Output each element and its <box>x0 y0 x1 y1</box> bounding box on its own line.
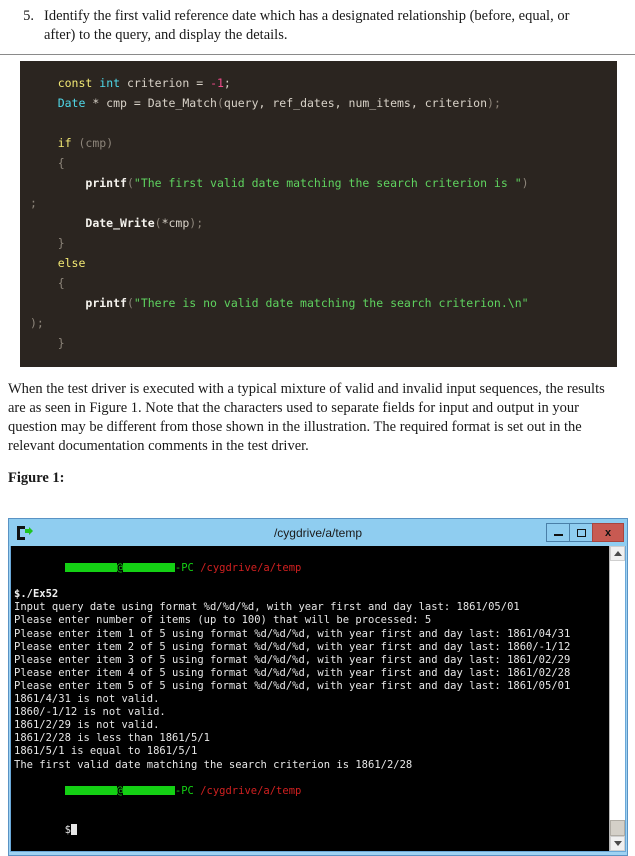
code-token: } <box>57 236 65 250</box>
prompt-host-2: -PC <box>174 784 194 797</box>
terminal-line: 1861/2/28 is less than 1861/5/1 <box>14 732 210 745</box>
code-token: "There is no valid date matching the sea… <box>133 296 529 310</box>
code-token: printf <box>57 296 127 310</box>
terminal-line: 1861/5/1 is equal to 1861/5/1 <box>14 745 198 758</box>
code-token: else <box>57 256 86 270</box>
code-token: *cmp <box>161 216 190 230</box>
code-token: ( <box>126 176 134 190</box>
figure-label: Figure 1: <box>8 470 65 486</box>
code-line: } <box>20 333 617 353</box>
horizontal-rule <box>0 54 635 55</box>
terminal-window: /cygdrive/a/temp x @ -PC /cygdrive/a/temp… <box>8 518 628 856</box>
terminal-line: 1861/2/29 is not valid. <box>14 719 160 732</box>
list-item-number: 5. <box>23 8 34 24</box>
code-token: printf <box>57 176 127 190</box>
code-line: { <box>20 153 617 173</box>
list-item: 5. Identify the first valid reference da… <box>14 7 621 45</box>
code-token: criterion = <box>120 76 211 90</box>
code-line: if (cmp) <box>20 133 617 153</box>
redacted-hostname <box>122 563 175 573</box>
maximize-icon <box>576 528 586 537</box>
redacted-username-2 <box>64 785 117 795</box>
code-line: } <box>20 233 617 253</box>
code-token: { <box>57 156 65 170</box>
maximize-button[interactable] <box>569 523 593 542</box>
code-line: printf("The first valid date matching th… <box>20 173 617 193</box>
terminal-prompt-line-bottom: @ -PC /cygdrive/a/temp <box>14 772 609 811</box>
code-token: ; <box>30 196 37 210</box>
code-line: const int criterion = -1; <box>20 73 617 93</box>
code-token: if <box>57 136 72 150</box>
prompt-host: -PC <box>174 562 194 575</box>
code-token: ); <box>30 316 44 330</box>
prompt-path-top: /cygdrive/a/temp <box>193 562 302 575</box>
redacted-hostname-2 <box>122 785 175 795</box>
code-token: query, ref_dates, num_items, criterion <box>223 96 488 110</box>
scroll-up-button[interactable] <box>610 546 625 561</box>
code-token: ); <box>487 96 501 110</box>
terminal-line: Please enter number of items (up to 100)… <box>14 614 432 627</box>
scroll-down-button[interactable] <box>610 836 625 852</box>
window-controls: x <box>546 522 624 543</box>
code-line: { <box>20 273 617 293</box>
terminal-prompt-line-top: @ -PC /cygdrive/a/temp <box>14 549 609 588</box>
code-line: ; <box>20 193 617 213</box>
code-token: -1 <box>210 76 224 90</box>
numbered-list-block: 5. Identify the first valid reference da… <box>0 0 635 45</box>
code-token: (cmp) <box>78 136 114 150</box>
chevron-up-icon <box>613 551 622 556</box>
code-token: ); <box>189 216 204 230</box>
terminal-line: 1861/4/31 is not valid. <box>14 693 160 706</box>
code-block: const int criterion = -1; Date * cmp = D… <box>20 61 617 367</box>
code-line: Date * cmp = Date_Match(query, ref_dates… <box>20 93 617 113</box>
terminal-input-line[interactable]: $ <box>14 811 609 850</box>
chevron-down-icon <box>613 841 622 847</box>
code-line: ); <box>20 313 617 333</box>
code-token: ( <box>216 96 224 110</box>
code-line: else <box>20 253 617 273</box>
title-bar[interactable]: /cygdrive/a/temp x <box>9 519 627 546</box>
terminal-line: 1860/-1/12 is not valid. <box>14 706 166 719</box>
terminal-line: Please enter item 5 of 5 using format %d… <box>14 679 571 692</box>
terminal-screen[interactable]: @ -PC /cygdrive/a/temp $./Ex52 Input query… <box>11 546 609 852</box>
code-token: ( <box>126 296 134 310</box>
code-token: ( <box>154 216 162 230</box>
code-token: ; <box>223 76 231 90</box>
terminal-line: The first valid date matching the search… <box>14 758 413 771</box>
code-line: printf("There is no valid date matching … <box>20 293 617 313</box>
code-token: int <box>99 76 121 90</box>
terminal-body: @ -PC /cygdrive/a/temp $./Ex52 Input query… <box>10 546 626 853</box>
code-token: ) <box>521 176 529 190</box>
terminal-line: Please enter item 4 of 5 using format %d… <box>14 666 571 679</box>
body-paragraph: When the test driver is executed with a … <box>8 381 605 454</box>
minimize-icon <box>553 534 563 536</box>
terminal-output-lines: $./Ex52 Input query date using format %d/… <box>14 588 609 771</box>
code-line: Date_Write(*cmp); <box>20 213 617 233</box>
redacted-username <box>64 563 117 573</box>
prompt-path-bottom: /cygdrive/a/temp <box>193 784 302 797</box>
code-token: Date_Write <box>57 216 155 230</box>
terminal-line: Please enter item 3 of 5 using format %d… <box>14 653 571 666</box>
close-button[interactable]: x <box>592 523 624 542</box>
terminal-scrollbar[interactable] <box>609 546 625 852</box>
scrollbar-thumb[interactable] <box>610 820 625 837</box>
code-token: } <box>57 336 65 350</box>
code-token: { <box>57 276 65 290</box>
minimize-button[interactable] <box>546 523 570 542</box>
terminal-line: Please enter item 2 of 5 using format %d… <box>14 640 571 653</box>
code-token: Date <box>57 96 86 110</box>
terminal-line: $./Ex52 <box>14 588 59 601</box>
code-token: * cmp = Date_Match <box>85 96 217 110</box>
terminal-line: Input query date using format %d/%d/%d, … <box>14 601 520 614</box>
scrollbar-track[interactable] <box>610 561 625 837</box>
text-cursor <box>70 823 77 835</box>
code-lines-container: const int criterion = -1; Date * cmp = D… <box>20 73 617 353</box>
code-token: "The first valid date matching the searc… <box>133 176 522 190</box>
list-item-text: Identify the first valid reference date … <box>44 8 570 43</box>
code-token: const <box>57 76 93 90</box>
window-title: /cygdrive/a/temp <box>273 525 363 540</box>
terminal-line: Please enter item 1 of 5 using format %d… <box>14 627 571 640</box>
